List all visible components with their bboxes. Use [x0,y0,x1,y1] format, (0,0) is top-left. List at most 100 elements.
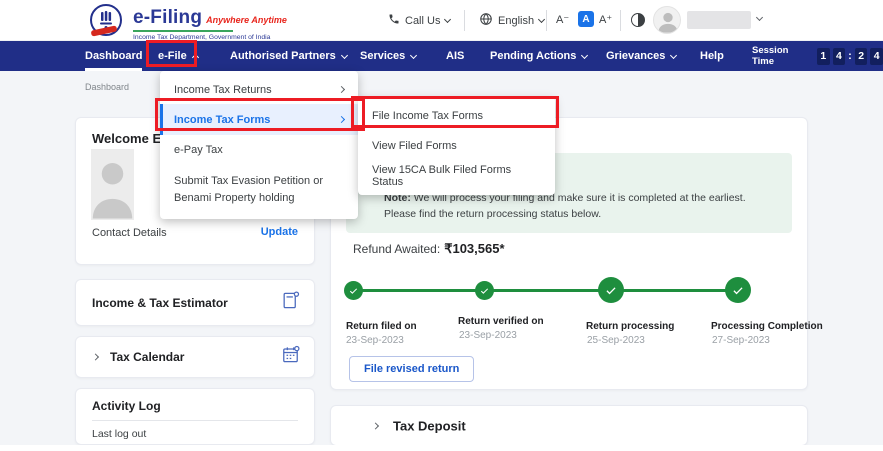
refund-awaited: Refund Awaited:₹103,565* [353,241,505,257]
page-bottom-strip [0,445,883,451]
submenu-item-file-income-tax-forms[interactable]: File Income Tax Forms [358,101,555,131]
nav-services[interactable]: Services [360,41,416,71]
active-tab-underline [85,68,142,71]
session-time-label: Session Time [752,45,811,67]
menu-item-label: Income Tax Returns [174,84,272,96]
activity-log-card: Activity Log Last log out [75,388,315,445]
chevron-right-icon [92,353,99,360]
chevron-down-icon [538,16,545,23]
submenu-item-view-filed-forms[interactable]: View Filed Forms [358,131,555,161]
step-date: 27-Sep-2023 [712,335,770,346]
brand-tagline: Anywhere Anytime [206,15,287,25]
menu-item-tax-evasion-petition[interactable]: Submit Tax Evasion Petition or Benami Pr… [160,164,358,215]
nav-grievances[interactable]: Grievances [606,41,676,71]
contact-details-label: Contact Details [92,227,167,239]
menu-item-income-tax-returns[interactable]: Income Tax Returns [160,75,358,104]
nav-dashboard[interactable]: Dashboard [85,41,142,71]
calendar-icon [281,345,300,369]
submenu-item-label: View 15CA Bulk Filed Forms Status [372,164,541,188]
chevron-down-icon [410,51,417,58]
activity-log-title: Activity Log [92,399,161,413]
nav-efile[interactable]: e-File [158,41,198,71]
font-increase-button[interactable]: A⁺ [599,13,612,26]
chevron-right-icon [372,422,379,429]
nav-efile-label: e-File [158,50,187,62]
menu-item-label: Income Tax Forms [174,114,270,126]
chevron-down-icon [670,51,677,58]
session-separator: : [848,50,852,62]
submenu-item-label: View Filed Forms [372,140,457,152]
top-header: e-Filing Anywhere Anytime Income Tax Dep… [0,0,883,41]
submenu-item-label: File Income Tax Forms [372,110,483,122]
nav-authorised-partners[interactable]: Authorised Partners [230,41,347,71]
breadcrumb[interactable]: Dashboard [85,82,129,92]
menu-item-label: e-Pay Tax [174,144,223,156]
tax-deposit-card[interactable]: Tax Deposit [330,405,808,446]
contrast-toggle-icon[interactable] [631,13,645,27]
tax-calendar-title: Tax Calendar [110,350,184,364]
file-revised-return-button[interactable]: File revised return [349,356,474,382]
step-check-icon [598,277,624,303]
tax-calendar-card[interactable]: Tax Calendar [75,336,315,378]
submenu-item-view-15ca-bulk-status[interactable]: View 15CA Bulk Filed Forms Status [358,161,555,191]
brand-subtitle: Income Tax Department, Government of Ind… [133,34,287,41]
user-menu-chevron-icon[interactable] [756,14,763,21]
session-digit: 1 [817,48,830,65]
chevron-right-icon [338,116,345,123]
brand-title: e-Filing [133,7,202,29]
header-divider [464,10,465,31]
tax-deposit-title: Tax Deposit [393,418,466,433]
user-avatar[interactable] [653,6,681,34]
step-check-icon [725,277,751,303]
refund-amount: ₹103,565* [444,241,504,256]
chevron-down-icon [341,51,348,58]
header-divider [620,10,621,31]
nav-dashboard-label: Dashboard [85,50,142,62]
session-timer: Session Time 1 4 : 2 4 [752,41,883,71]
nav-pending-actions[interactable]: Pending Actions [490,41,587,71]
estimator-title: Income & Tax Estimator [92,296,228,310]
nav-services-label: Services [360,50,405,62]
calculator-icon [281,291,300,315]
menu-item-epay-tax[interactable]: e-Pay Tax [160,135,358,164]
step-check-icon [475,281,494,300]
menu-item-label: Submit Tax Evasion Petition or Benami Pr… [174,173,344,206]
divider [92,420,298,421]
efile-dropdown-menu: Income Tax Returns Income Tax Forms e-Pa… [160,71,358,219]
header-divider [546,10,547,31]
step-title: Return filed on [346,321,417,332]
site-logo[interactable]: e-Filing Anywhere Anytime Income Tax Dep… [88,3,287,44]
font-normal-button[interactable]: A [578,11,594,27]
chevron-down-icon [581,51,588,58]
update-link[interactable]: Update [261,226,298,238]
step-date: 23-Sep-2023 [459,330,517,341]
income-tax-forms-submenu: File Income Tax Forms View Filed Forms V… [358,97,555,195]
font-decrease-button[interactable]: A⁻ [556,13,569,26]
nav-authorised-partners-label: Authorised Partners [230,50,336,62]
menu-item-income-tax-forms[interactable]: Income Tax Forms [160,104,358,135]
language-label: English [498,15,534,27]
session-digit: 2 [855,48,868,65]
last-logout-label: Last log out [92,428,146,440]
step-date: 23-Sep-2023 [346,335,404,346]
session-digit: 4 [870,48,883,65]
govt-emblem-icon [88,3,124,44]
step-title: Processing Completion [711,321,823,332]
chevron-up-icon [192,54,199,61]
call-us-menu[interactable]: Call Us [388,0,450,41]
step-check-icon [344,281,363,300]
nav-ais[interactable]: AIS [446,41,464,71]
step-date: 25-Sep-2023 [587,335,645,346]
nav-pending-actions-label: Pending Actions [490,50,576,62]
progress-line [353,289,738,292]
user-name-redacted [687,11,751,29]
note-text: We will process your filing and make sur… [384,192,746,220]
language-menu[interactable]: English [479,0,544,41]
nav-help[interactable]: Help [700,41,724,71]
profile-photo-placeholder [91,149,134,220]
globe-icon [479,12,493,29]
step-title: Return verified on [458,316,544,327]
welcome-title: Welcome E [92,131,161,146]
nav-ais-label: AIS [446,50,464,62]
income-tax-estimator-card[interactable]: Income & Tax Estimator [75,279,315,326]
